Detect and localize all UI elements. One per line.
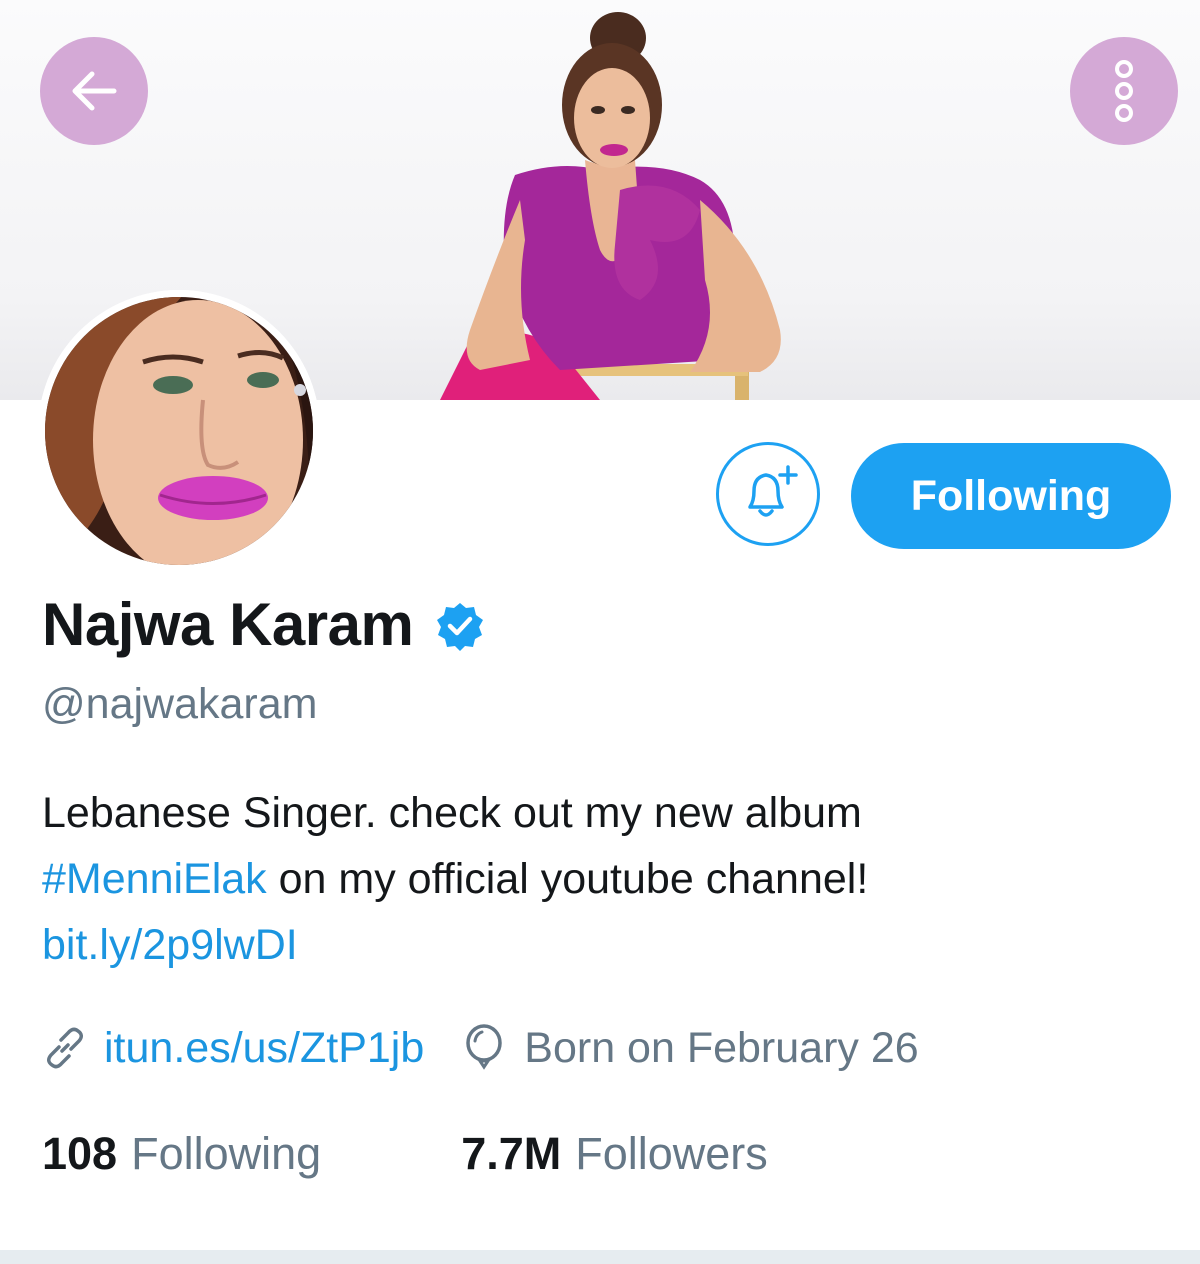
profile-handle: @najwakaram <box>42 680 318 728</box>
section-divider <box>0 1250 1200 1264</box>
profile-avatar[interactable] <box>38 290 320 572</box>
profile-name-row: Najwa Karam <box>42 584 485 664</box>
followers-label: Followers <box>575 1128 768 1179</box>
hashtag-link[interactable]: #MenniElak <box>42 855 267 903</box>
balloon-icon <box>466 1024 503 1070</box>
arrow-left-icon <box>72 71 117 111</box>
display-name: Najwa Karam <box>42 590 414 658</box>
followers-count: 7.7M <box>461 1128 562 1179</box>
profile-meta-row: itun.es/us/ZtP1jb Born on February 26 <box>42 1018 919 1078</box>
avatar-photo <box>38 290 320 572</box>
profile-stats: 108 Following 7.7M Followers <box>42 1124 768 1184</box>
website-link[interactable]: itun.es/us/ZtP1jb <box>104 1024 424 1073</box>
following-button[interactable]: Following <box>851 443 1171 549</box>
notifications-button[interactable] <box>716 442 820 546</box>
followers-count-link[interactable]: 7.7M Followers <box>461 1128 768 1180</box>
back-button[interactable] <box>40 37 148 145</box>
bio-line: #MenniElak on my official youtube channe… <box>42 846 1162 912</box>
profile-bio: Lebanese Singer. check out my new album … <box>42 780 1162 978</box>
bio-url-link[interactable]: bit.ly/2p9lwDI <box>42 921 298 969</box>
verified-badge-icon <box>437 603 484 651</box>
following-label: Following <box>131 1128 322 1179</box>
bell-plus-icon <box>748 465 798 517</box>
birthday-text: Born on February 26 <box>524 1023 919 1072</box>
link-icon <box>47 1027 83 1069</box>
more-vertical-icon <box>1115 60 1133 122</box>
following-count-link[interactable]: 108 Following <box>42 1128 321 1180</box>
following-count: 108 <box>42 1128 118 1179</box>
more-options-button[interactable] <box>1070 37 1178 145</box>
bio-text: on my official youtube channel! <box>266 855 869 903</box>
bio-line: Lebanese Singer. check out my new album <box>42 789 862 837</box>
